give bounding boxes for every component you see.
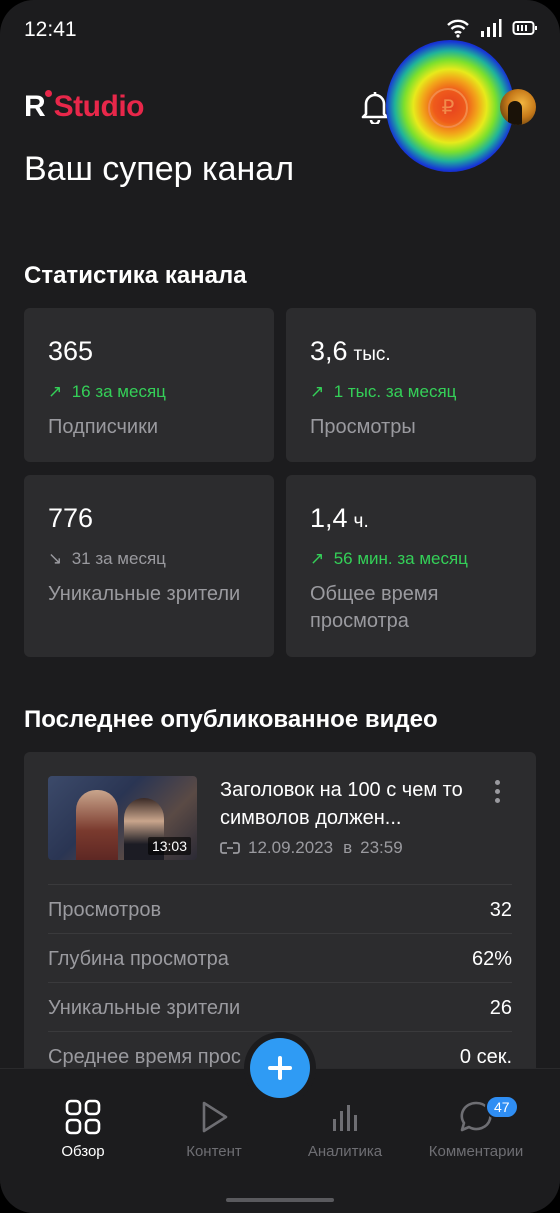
video-date: 12.09.2023: [248, 838, 334, 857]
logo-r: R: [24, 90, 52, 124]
stat-value: 365: [48, 336, 94, 366]
nav-item-overview[interactable]: Обзор: [18, 1099, 148, 1160]
avatar[interactable]: [500, 89, 536, 125]
status-time: 12:41: [24, 18, 77, 41]
app-screen: 12:41 R Studio ₽ Ваш супер канал Статист…: [0, 0, 560, 1213]
rstudio-logo[interactable]: R Studio: [24, 90, 144, 124]
nav-label: Аналитика: [307, 1143, 383, 1160]
grid-icon: [65, 1099, 101, 1135]
stat-card-views[interactable]: 3,6 тыс. ↗ 1 тыс. за месяц Просмотры: [286, 308, 536, 462]
stat-value: 3,6 тыс.: [310, 336, 391, 366]
battery-icon: [512, 21, 537, 35]
arrow-up-right-icon: ↗: [48, 382, 63, 401]
stat-card-watch-time[interactable]: 1,4 ч. ↗ 56 мин. за месяц Общее время про…: [286, 475, 536, 657]
latest-video-section-title: Последнее опубликованное видео: [24, 706, 438, 733]
home-indicator[interactable]: [226, 1198, 334, 1202]
nav-item-comments[interactable]: 47 Комментарии: [411, 1095, 541, 1160]
stat-value: 1,4 ч.: [310, 503, 369, 533]
stat-card-subscribers[interactable]: 365 ↗ 16 за месяц Подписчики: [24, 308, 274, 462]
stats-section-title: Статистика канала: [24, 262, 247, 289]
stat-label: Уникальные зрители: [48, 583, 241, 605]
video-publish-meta: 12.09.2023 в 23:59: [220, 838, 403, 858]
nav-label: Комментарии: [428, 1143, 524, 1160]
add-content-button[interactable]: [250, 1038, 310, 1098]
stat-delta: ↘ 31 за месяц: [48, 549, 166, 568]
stat-delta: ↗ 56 мин. за месяц: [310, 549, 468, 568]
video-stat-row: Уникальные зрители 26: [48, 982, 512, 1031]
video-title[interactable]: Заголовок на 100 с чем то символов долже…: [220, 776, 470, 832]
stat-value: 776: [48, 503, 94, 533]
nav-item-content[interactable]: Контент: [149, 1099, 279, 1160]
nav-item-analytics[interactable]: Аналитика: [280, 1099, 410, 1160]
nav-label: Контент: [186, 1143, 242, 1160]
stat-label: Подписчики: [48, 416, 159, 438]
channel-title: Ваш супер канал: [24, 150, 295, 188]
stat-card-unique-viewers[interactable]: 776 ↘ 31 за месяц Уникальные зрители: [24, 475, 274, 657]
signal-icon: [481, 19, 502, 37]
stat-delta: ↗ 1 тыс. за месяц: [310, 382, 457, 401]
play-icon: [202, 1101, 228, 1133]
stat-label: Просмотры: [310, 416, 416, 438]
status-icons: [446, 18, 538, 38]
bar-chart-icon: [333, 1105, 357, 1131]
arrow-down-right-icon: ↘: [48, 549, 63, 568]
wifi-icon: [447, 19, 469, 38]
stat-label: Общее время просмотра: [310, 583, 439, 632]
video-duration: 13:03: [147, 837, 191, 855]
arrow-up-right-icon: ↗: [310, 382, 325, 401]
video-thumbnail[interactable]: 13:03: [48, 776, 197, 860]
video-time: 23:59: [360, 838, 403, 857]
video-stat-row: Глубина просмотра 62%: [48, 933, 512, 982]
ruble-coin-icon[interactable]: ₽: [428, 88, 468, 128]
arrow-up-right-icon: ↗: [310, 549, 325, 568]
video-stat-row: Просмотров 32: [48, 884, 512, 933]
unlisted-link-icon: [220, 842, 240, 854]
comments-count-badge: 47: [485, 1095, 519, 1119]
logo-studio: Studio: [53, 90, 145, 123]
nav-label: Обзор: [61, 1143, 105, 1160]
stat-delta: ↗ 16 за месяц: [48, 382, 166, 401]
more-options-icon[interactable]: [492, 780, 502, 808]
